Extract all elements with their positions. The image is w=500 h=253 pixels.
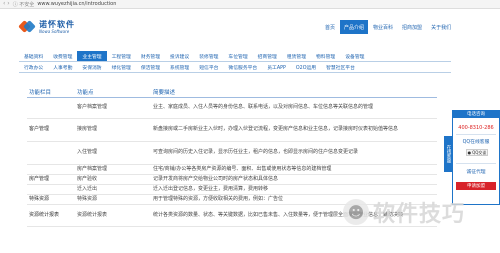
row-category: 特殊资源 <box>27 194 75 205</box>
row-feature: 房产验收 <box>75 174 151 185</box>
row-description: 新盘接房或二手房新业主入伙时，办理入伙登记流程，变更房产信息和业主信息，记录接房… <box>151 118 437 142</box>
qq-chat-label: QQ交谈 <box>472 149 487 155</box>
tab-smart-community[interactable]: 智慧社区平台 <box>321 62 360 72</box>
logo-subtitle: Nowa Software <box>39 28 70 34</box>
row-description: 可查询房间的历史入住记录，显示历任业主，租户的信息，也即显示房间的住户信息变更记… <box>151 141 437 165</box>
tab-system[interactable]: 系统管理 <box>165 62 194 72</box>
tab-investment[interactable]: 招商管理 <box>253 51 282 61</box>
row-feature: 特殊资源 <box>75 194 151 205</box>
qq-service-label: QQ在线客服 <box>462 140 490 145</box>
qq-icon: ● <box>467 150 472 155</box>
tab-lease[interactable]: 租赁管理 <box>282 51 311 61</box>
tab-hr[interactable]: 人事考勤 <box>48 62 77 72</box>
apply-franchise-button[interactable]: 申请加盟 <box>456 182 496 190</box>
tab-complaint[interactable]: 投诉建议 <box>165 51 194 61</box>
browser-address-bar: ‹ › ⓘ 不安全 www.wuyezhijia.cn/introduction <box>0 0 500 9</box>
row-category <box>27 97 75 119</box>
nav-about[interactable]: 关于我们 <box>427 20 455 34</box>
row-feature: 客户档案管理 <box>75 97 151 119</box>
top-navigation: 首页 产品介绍 物业百科 招商加盟 关于我们 <box>321 20 455 34</box>
row-category: 客户管理 <box>27 118 75 142</box>
table-row: 客户档案管理 业主、家庭成员、入住人员等的身份信息、联系电话，以及对房间信息、车… <box>27 97 437 119</box>
tab-greening[interactable]: 绿化管理 <box>107 62 136 72</box>
watermark-icon: ☻ <box>343 199 369 225</box>
tab-security[interactable]: 安保消防 <box>77 62 106 72</box>
row-feature: 房产档案管理 <box>75 164 151 175</box>
header-description: 简要描述 <box>151 87 437 98</box>
apply-franchise-label: 申请加盟 <box>467 184 485 189</box>
row-feature: 接房管理 <box>75 118 151 142</box>
row-category <box>27 164 75 175</box>
row-description: 业主、家庭成员、入住人员等的身份信息、联系电话，以及对房间信息、车位信息等关联信… <box>151 97 437 119</box>
browser-nav-icons[interactable]: ‹ › <box>3 1 10 7</box>
tab-wechat[interactable]: 微信服务平台 <box>223 62 262 72</box>
table-header-row: 功能栏目 功能点 简要描述 <box>27 87 437 98</box>
qq-chat-button[interactable]: ● QQ交谈 <box>466 149 488 156</box>
row-category <box>27 184 75 195</box>
row-description: 迁入迁出登记信息，变更业主，费用清算，费用转移 <box>151 184 437 195</box>
tab-sms[interactable]: 短信平台 <box>194 62 223 72</box>
logo-icon <box>18 19 36 34</box>
tab-basic-data[interactable]: 基础资料 <box>19 51 48 61</box>
table-row: 房产档案管理 住宅/商铺/办公等各类房产资源的编号、面积、出售或使用状态等信息的… <box>27 164 437 175</box>
watermark-text: 软件技巧 <box>373 201 466 227</box>
tab-finance[interactable]: 财务管理 <box>136 51 165 61</box>
row-feature: 迁入迁出 <box>75 184 151 195</box>
phone-number: 400-8310-286 <box>458 125 494 131</box>
tab-o2o[interactable]: O2O运用 <box>291 62 321 72</box>
site-header: 诺怀软件 Nowa Software 首页 产品介绍 物业百科 招商加盟 关于我… <box>0 9 500 45</box>
nav-wiki[interactable]: 物业百科 <box>369 20 397 34</box>
tab-parking[interactable]: 车位管理 <box>223 51 252 61</box>
security-indicator[interactable]: ⓘ 不安全 <box>13 1 35 8</box>
online-service-tab[interactable]: 在线客服 <box>444 136 452 172</box>
category-row-1: 基础资料 收费管理 业主管理 工程管理 财务管理 投诉建议 装修管理 车位管理 … <box>19 51 451 62</box>
url-field[interactable]: www.wuyezhijia.cn/introduction <box>37 1 116 7</box>
tab-fee[interactable]: 收费管理 <box>48 51 77 61</box>
watermark: ☻ 软件技巧 <box>343 196 465 228</box>
contact-panel-header: 电话咨询 <box>452 110 500 118</box>
tab-engineering[interactable]: 工程管理 <box>107 51 136 61</box>
agent-recruit-label: 诚征代理 <box>466 170 486 175</box>
row-feature: 资源统计报表 <box>75 204 151 227</box>
row-description: 住宅/商铺/办公等各类房产资源的编号、面积、出售或使用状态等信息的建档管理 <box>151 164 437 175</box>
row-feature: 入住管理 <box>75 141 151 165</box>
row-category: 房产管理 <box>27 174 75 185</box>
row-category: 资源统计报表 <box>27 204 75 227</box>
row-description: 记录开发商将房产交给物业公司时的房产状态和具体信息 <box>151 174 437 185</box>
tab-owner[interactable]: 业主管理 <box>77 51 107 61</box>
tab-equipment[interactable]: 设备管理 <box>340 51 369 61</box>
table-row: 入住管理 可查询房间的历史入住记录，显示历任业主，租户的信息，也即显示房间的住户… <box>27 141 437 165</box>
logo-title: 诺怀软件 <box>39 18 75 29</box>
category-row-2: 行政办公 人事考勤 安保消防 绿化管理 保洁管理 系统管理 短信平台 微信服务平… <box>19 62 451 73</box>
header-feature: 功能点 <box>75 87 151 98</box>
row-category <box>27 141 75 165</box>
nav-home[interactable]: 首页 <box>321 20 339 34</box>
logo[interactable]: 诺怀软件 Nowa Software <box>18 18 75 34</box>
table-row: 迁入迁出 迁入迁出登记信息，变更业主，费用清算，费用转移 <box>27 184 437 195</box>
tab-staff-app[interactable]: 员工APP <box>262 62 291 72</box>
table-row: 客户管理 接房管理 新盘接房或二手房新业主入伙时，办理入伙登记流程，变更房产信息… <box>27 118 437 142</box>
tab-office[interactable]: 行政办公 <box>19 62 48 72</box>
contact-panel: 400-8310-286 QQ在线客服 ● QQ交谈 诚征代理 申请加盟 <box>452 110 500 205</box>
nav-products[interactable]: 产品介绍 <box>340 20 369 34</box>
nav-franchise[interactable]: 招商加盟 <box>398 20 426 34</box>
tab-renovation[interactable]: 装修管理 <box>194 51 223 61</box>
table-row: 房产管理 房产验收 记录开发商将房产交给物业公司时的房产状态和具体信息 <box>27 174 437 185</box>
category-tabs: 基础资料 收费管理 业主管理 工程管理 财务管理 投诉建议 装修管理 车位管理 … <box>19 51 451 73</box>
tab-cleaning[interactable]: 保洁管理 <box>136 62 165 72</box>
header-category: 功能栏目 <box>27 87 75 98</box>
tab-materials[interactable]: 物料管理 <box>311 51 340 61</box>
